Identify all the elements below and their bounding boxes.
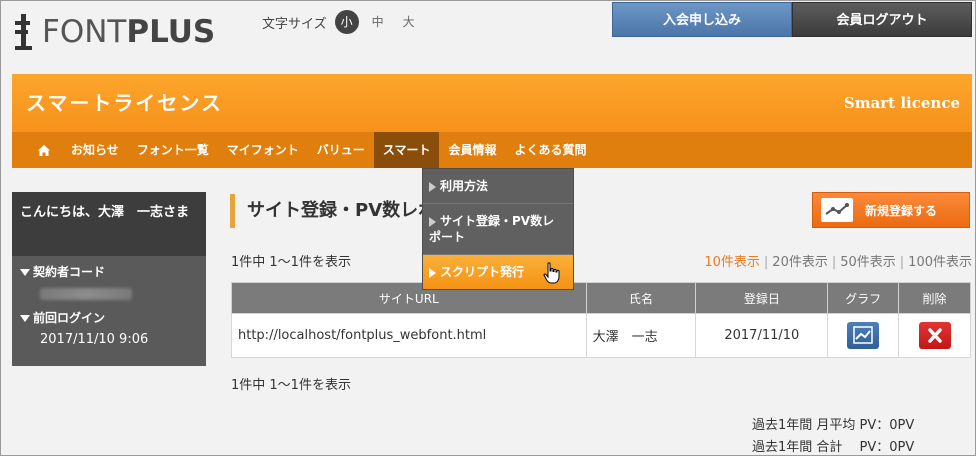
font-size-large[interactable]: 大 [397, 10, 421, 34]
pv-total: 過去1年間 合計 PV：0PV [752, 440, 915, 455]
cell-url: http://localhost/fontplus_webfont.html [231, 313, 587, 358]
col-graph: グラフ [827, 282, 900, 314]
triangle-right-icon [429, 216, 436, 227]
logo[interactable]: FONTPLUS [12, 14, 215, 50]
nav-font-list[interactable]: フォント一覧 [128, 132, 218, 168]
graph-button[interactable] [847, 322, 880, 349]
hand-cursor-icon [543, 262, 560, 284]
font-size-label: 文字サイズ [262, 16, 327, 32]
site-table: サイトURL 氏名 登録日 グラフ 削除 http://localhost/fo… [231, 282, 971, 358]
cell-name: 大澤 一志 [585, 313, 697, 358]
dropdown-item-site-report[interactable]: サイト登録・PV数レポート [423, 204, 573, 255]
table-header-row: サイトURL 氏名 登録日 グラフ 削除 [231, 282, 971, 314]
triangle-down-icon [20, 269, 30, 276]
nav-faq[interactable]: よくある質問 [505, 132, 595, 168]
nav-news[interactable]: お知らせ [62, 132, 128, 168]
logo-text: FONTPLUS [42, 14, 216, 50]
triangle-down-icon [20, 315, 30, 322]
graph-plus-icon [821, 198, 853, 222]
delete-button[interactable] [918, 322, 951, 349]
col-date: 登録日 [695, 282, 829, 314]
close-icon [927, 328, 942, 343]
font-size-small[interactable]: 小 [334, 10, 359, 34]
page-size-20[interactable]: 20件表示 [772, 255, 828, 270]
nav-smart[interactable]: スマート [373, 132, 440, 168]
page-size-50[interactable]: 50件表示 [840, 255, 896, 270]
result-count-bottom: 1件中 1～1件を表示 [231, 378, 351, 393]
last-login-label: 前回ログイン [20, 310, 198, 326]
sidebar: こんにちは、大澤 一志さま 契約者コード 前回ログイン 2017/11/10 9… [12, 192, 206, 366]
page-size-10[interactable]: 10件表示 [704, 255, 760, 270]
triangle-right-icon [429, 267, 436, 278]
home-icon [38, 145, 50, 156]
result-count-top: 1件中 1～1件を表示 [231, 255, 351, 270]
join-button[interactable]: 入会申し込み [612, 2, 792, 37]
triangle-right-icon [429, 181, 436, 192]
line-chart-icon [853, 326, 873, 344]
banner-subtitle: Smart licence [843, 94, 960, 112]
main-nav: お知らせ フォント一覧 マイフォント バリュー スマート 会員情報 よくある質問 [12, 132, 972, 168]
col-delete: 削除 [898, 282, 971, 314]
page-size-100[interactable]: 100件表示 [908, 255, 972, 270]
table-row: http://localhost/fontplus_webfont.html 大… [231, 313, 971, 358]
nav-member-info[interactable]: 会員情報 [439, 132, 505, 168]
last-login-value: 2017/11/10 9:06 [40, 332, 149, 347]
logout-button[interactable]: 会員ログアウト [792, 2, 972, 37]
nav-value[interactable]: バリュー [308, 132, 374, 168]
banner-title: スマートライセンス [26, 91, 223, 115]
fontplus-logo-icon [12, 14, 34, 50]
new-registration-button[interactable]: 新規登録する [812, 192, 970, 228]
nav-home[interactable] [12, 132, 62, 168]
col-name: 氏名 [585, 282, 697, 314]
font-size-selector: 文字サイズ 小 中 大 [262, 10, 428, 34]
contract-code-redacted [40, 288, 132, 300]
page-size-selector: 10件表示 | 20件表示 | 50件表示 | 100件表示 [704, 255, 972, 270]
page-banner: スマートライセンス Smart licence [12, 74, 972, 132]
pv-monthly-average: 過去1年間 月平均 PV：0PV [752, 418, 915, 433]
nav-my-font[interactable]: マイフォント [218, 132, 308, 168]
contract-code-label: 契約者コード [20, 264, 198, 280]
font-size-medium[interactable]: 中 [366, 10, 390, 34]
cell-date: 2017/11/10 [695, 313, 829, 358]
greeting: こんにちは、大澤 一志さま [12, 192, 206, 256]
dropdown-item-usage[interactable]: 利用方法 [423, 169, 573, 204]
account-info: 契約者コード 前回ログイン 2017/11/10 9:06 [12, 256, 206, 366]
